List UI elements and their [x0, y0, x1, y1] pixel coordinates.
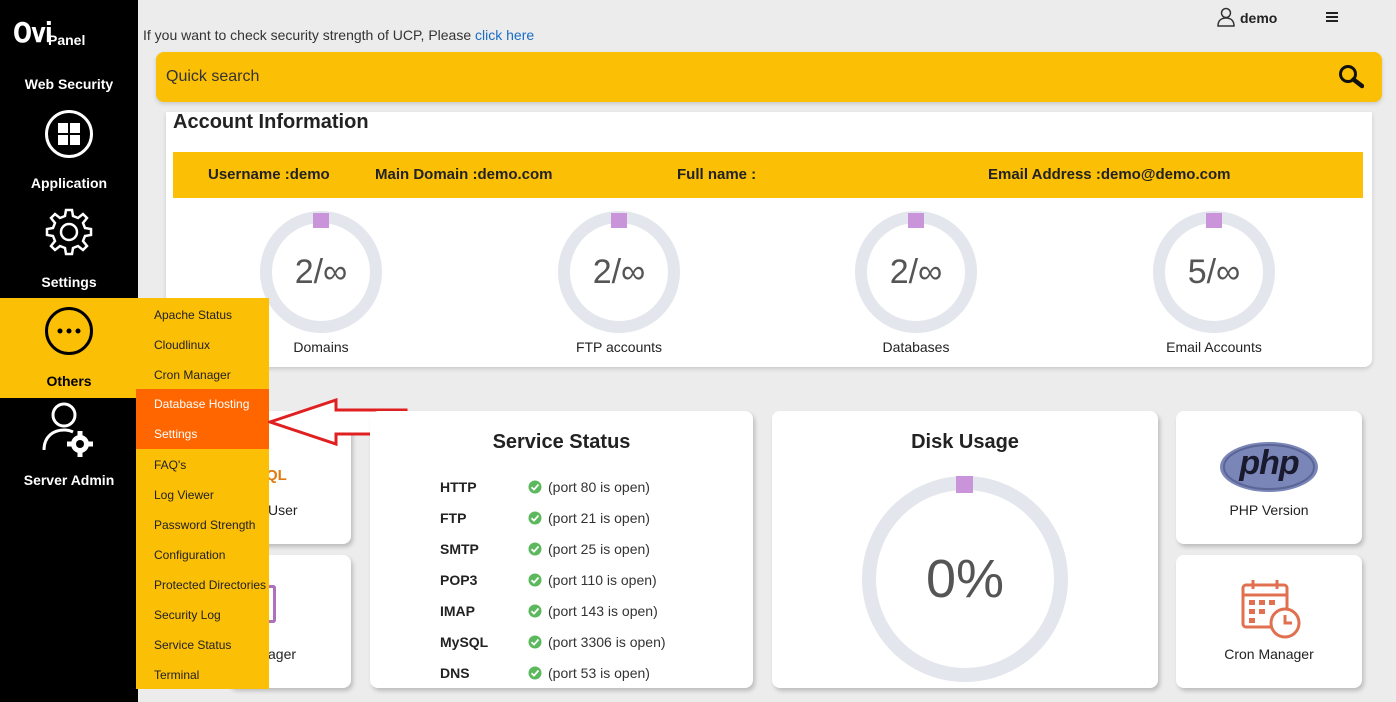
logo-text: Ovi	[13, 16, 53, 49]
databases-donut[interactable]: 2/∞	[854, 210, 978, 334]
account-details-strip: Username :demo Main Domain :demo.com Ful…	[173, 152, 1363, 198]
databases-value: 2/∞	[889, 253, 943, 291]
sidebar-item-application[interactable]: Application	[0, 175, 138, 191]
service-status-text: (port 25 is open)	[548, 541, 650, 557]
gear-icon[interactable]	[44, 207, 94, 262]
manager-label: ager	[268, 646, 297, 662]
service-status-text: (port 80 is open)	[548, 479, 650, 495]
hamburger-icon[interactable]	[1326, 8, 1340, 29]
service-status-card: Service Status HTTP (port 80 is open) FT…	[370, 411, 753, 688]
cron-manager-tile[interactable]: Cron Manager	[1176, 555, 1362, 688]
user-icon	[1217, 7, 1235, 27]
disk-usage-title: Disk Usage	[911, 431, 1019, 453]
databases-label: Databases	[882, 339, 950, 355]
service-name: DNS	[440, 665, 470, 681]
menu-item-terminal[interactable]: Terminal	[136, 660, 269, 690]
user-menu[interactable]: demo	[1216, 7, 1277, 27]
ftp-accounts-value: 2/∞	[592, 253, 646, 291]
php-logo-text: php	[1239, 444, 1299, 482]
service-name: HTTP	[440, 479, 477, 495]
check-icon	[528, 511, 542, 525]
ftp-accounts-label: FTP accounts	[575, 339, 663, 355]
security-check-text: If you want to check security strength o…	[143, 27, 476, 43]
menu-item-password-strength[interactable]: Password Strength	[136, 510, 269, 540]
service-name: FTP	[440, 510, 467, 526]
domains-donut[interactable]: 2/∞	[259, 210, 383, 334]
search-icon[interactable]	[1338, 64, 1365, 95]
disk-usage-card: Disk Usage 0%	[772, 411, 1158, 688]
service-name: MySQL	[440, 634, 489, 650]
grid-icon[interactable]	[44, 109, 94, 164]
check-icon	[528, 635, 542, 649]
service-status-text: (port 110 is open)	[548, 572, 657, 588]
sidebar-item-others[interactable]: Others	[0, 298, 138, 398]
account-username: Username :demo	[208, 166, 330, 183]
mysql-user-label: User	[268, 502, 298, 518]
email-accounts-donut[interactable]: 5/∞	[1152, 210, 1276, 334]
menu-item-log-viewer[interactable]: Log Viewer	[136, 480, 269, 510]
menu-item-configuration[interactable]: Configuration	[136, 540, 269, 570]
service-name: POP3	[440, 572, 478, 588]
service-status-text: (port 53 is open)	[548, 665, 650, 681]
others-dropdown-menu: Apache Status Cloudlinux Cron Manager Da…	[136, 298, 269, 689]
email-accounts-label: Email Accounts	[1166, 339, 1262, 355]
ftp-accounts-donut[interactable]: 2/∞	[557, 210, 681, 334]
sidebar: Ovi Panel Web Security Application Setti…	[0, 0, 138, 702]
service-name: SMTP	[440, 541, 479, 557]
logo-subtext: Panel	[48, 32, 86, 48]
sidebar-item-web-security[interactable]: Web Security	[0, 76, 138, 92]
service-status-text: (port 3306 is open)	[548, 634, 666, 650]
sidebar-item-others-label: Others	[46, 373, 92, 389]
check-icon	[528, 480, 542, 494]
account-full-name: Full name :	[677, 166, 757, 183]
account-main-domain: Main Domain :demo.com	[375, 166, 553, 183]
calendar-clock-icon	[1241, 580, 1301, 639]
search-input[interactable]	[166, 62, 1316, 92]
menu-item-apache-status[interactable]: Apache Status	[136, 300, 269, 330]
menu-item-cron-manager[interactable]: Cron Manager	[136, 360, 269, 390]
menu-item-database-hosting[interactable]: Database Hosting	[136, 389, 269, 419]
domains-value: 2/∞	[294, 253, 348, 291]
cron-manager-label: Cron Manager	[1224, 646, 1314, 662]
disk-usage-value: 0%	[925, 549, 1005, 609]
service-status-text: (port 21 is open)	[548, 510, 650, 526]
sidebar-item-settings[interactable]: Settings	[0, 274, 138, 290]
ovipanel-logo[interactable]: Ovi Panel	[13, 16, 85, 49]
check-icon	[528, 604, 542, 618]
quick-search-bar	[156, 52, 1382, 102]
php-version-label: PHP Version	[1229, 502, 1309, 518]
check-icon	[528, 542, 542, 556]
manager-icon	[268, 585, 276, 623]
check-icon	[528, 573, 542, 587]
click-here-link[interactable]: click here	[475, 27, 534, 43]
check-icon	[528, 666, 542, 680]
sidebar-item-server-admin[interactable]: Server Admin	[0, 472, 138, 488]
email-accounts-value: 5/∞	[1187, 253, 1241, 291]
menu-item-security-log[interactable]: Security Log	[136, 600, 269, 630]
menu-item-protected-directories[interactable]: Protected Directories	[136, 570, 269, 600]
php-version-tile[interactable]: php PHP Version	[1176, 411, 1362, 544]
mysql-logo: QL	[266, 467, 287, 484]
more-icon	[44, 306, 94, 361]
security-check-message: If you want to check security strength o…	[143, 27, 534, 43]
user-gear-icon[interactable]	[40, 400, 98, 465]
menu-item-cloudlinux[interactable]: Cloudlinux	[136, 330, 269, 360]
service-status-title: Service Status	[492, 431, 631, 453]
username-label: demo	[1240, 10, 1278, 26]
account-email: Email Address :demo@demo.com	[988, 166, 1231, 183]
service-name: IMAP	[440, 603, 475, 619]
menu-item-settings[interactable]: Settings	[136, 419, 269, 449]
menu-item-service-status[interactable]: Service Status	[136, 630, 269, 660]
menu-item-faqs[interactable]: FAQ's	[136, 450, 269, 480]
account-information-title: Account Information	[173, 111, 369, 133]
service-status-text: (port 143 is open)	[548, 603, 658, 619]
